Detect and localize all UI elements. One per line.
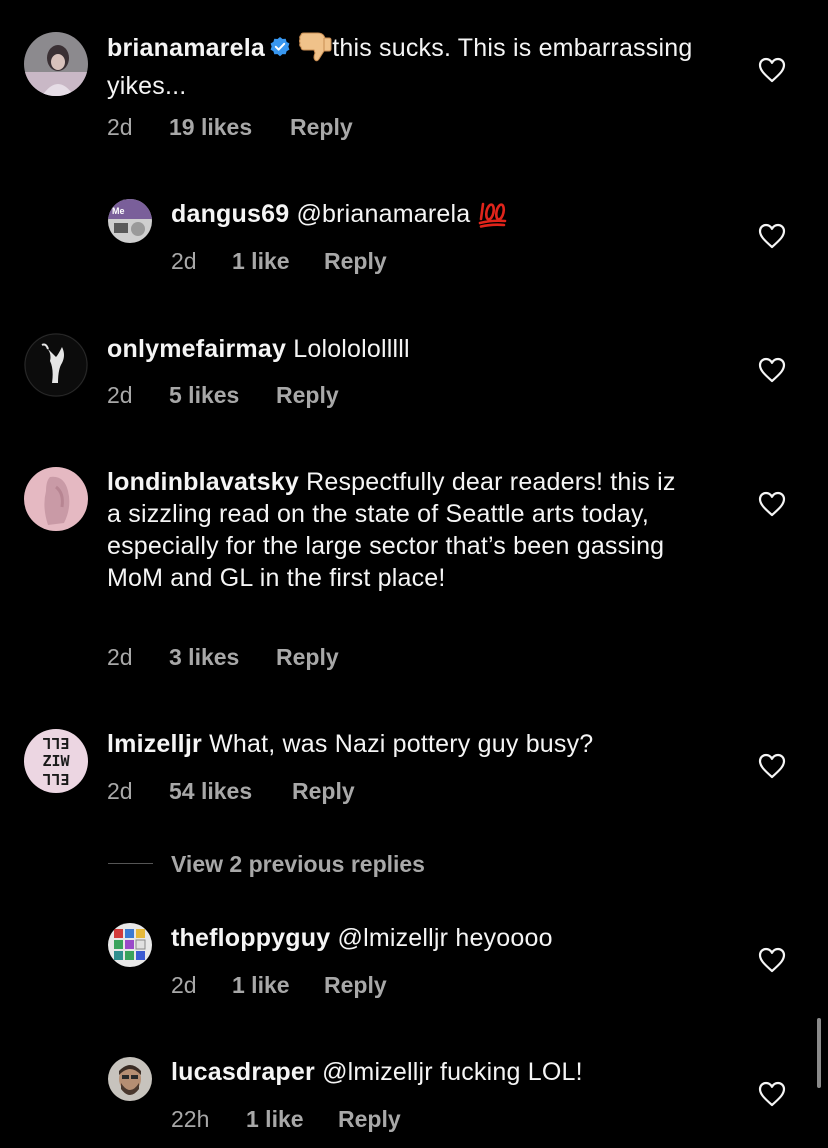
username[interactable]: dangus69 [171,200,289,228]
mention-link[interactable]: @brianamarela [296,200,470,228]
likes-count[interactable]: 1 like [232,246,290,276]
likes-count[interactable]: 1 like [232,970,290,1000]
timestamp: 22h [171,1106,210,1132]
heart-icon[interactable] [758,223,786,249]
svg-text:ELL: ELL [42,770,69,788]
heart-icon[interactable] [758,947,786,973]
likes-count[interactable]: 3 likes [169,642,239,672]
username[interactable]: lucasdraper [171,1058,315,1086]
reply-button[interactable]: Reply [276,642,339,672]
timestamp: 2d [107,644,133,670]
timestamp: 2d [107,382,133,408]
heart-icon[interactable] [758,57,786,83]
comment-text: dangus69 @brianamarela [171,198,711,236]
comment-text: londinblavatsky Respectfully dear reader… [107,466,687,594]
timestamp: 2d [107,114,133,140]
reply-button[interactable]: Reply [292,776,355,806]
avatar[interactable] [24,333,88,397]
svg-text:Me: Me [112,206,125,216]
heart-icon[interactable] [758,1081,786,1107]
comment-text: onlymefairmay Lololololllll [107,333,707,365]
likes-count[interactable]: 19 likes [169,112,252,142]
timestamp: 2d [171,248,197,274]
likes-count[interactable]: 1 like [246,1104,304,1134]
likes-count[interactable]: 5 likes [169,380,239,410]
comment-body: Lololololllll [293,335,410,363]
mention-link[interactable]: @lmizelljr [338,924,449,952]
view-previous-replies[interactable]: View 2 previous replies [108,848,708,880]
reply-button[interactable]: Reply [338,1104,401,1134]
heart-icon[interactable] [758,491,786,517]
scrollbar[interactable] [817,1018,821,1088]
comment-body: fucking LOL! [439,1058,583,1086]
likes-count[interactable]: 54 likes [169,776,252,806]
reply-button[interactable]: Reply [324,246,387,276]
thumbs-down-emoji-icon [298,32,332,70]
comment-body: heyoooo [455,924,553,952]
username[interactable]: brianamarela [107,34,265,62]
reply-button[interactable]: Reply [290,112,353,142]
avatar[interactable] [24,467,88,531]
username[interactable]: londinblavatsky [107,468,299,496]
avatar[interactable]: Me [108,199,152,243]
mention-link[interactable]: @lmizelljr [322,1058,433,1086]
heart-icon[interactable] [758,357,786,383]
timestamp: 2d [107,778,133,804]
avatar[interactable] [24,32,88,96]
username[interactable]: onlymefairmay [107,335,286,363]
divider-line [108,863,153,864]
reply-button[interactable]: Reply [276,380,339,410]
avatar[interactable] [108,1057,152,1101]
comment-text: thefloppyguy @lmizelljr heyoooo [171,922,711,954]
comment-text: lmizelljr What, was Nazi pottery guy bus… [107,728,707,760]
comment-text: lucasdraper @lmizelljr fucking LOL! [171,1056,711,1088]
comment-body: What, was Nazi pottery guy busy? [209,730,594,758]
svg-text:ZIW: ZIW [42,752,70,770]
timestamp: 2d [171,972,197,998]
avatar[interactable] [108,923,152,967]
heart-icon[interactable] [758,753,786,779]
reply-button[interactable]: Reply [324,970,387,1000]
comment-text: brianamarela this sucks. This is embarra… [107,32,707,102]
avatar[interactable]: ELL ZIW ELL [24,729,88,793]
svg-text:ELL: ELL [42,734,69,752]
view-previous-replies-label[interactable]: View 2 previous replies [171,848,425,880]
username[interactable]: lmizelljr [107,730,202,758]
hundred-points-emoji-icon [478,200,508,236]
username[interactable]: thefloppyguy [171,924,330,952]
verified-badge-icon [269,34,291,57]
